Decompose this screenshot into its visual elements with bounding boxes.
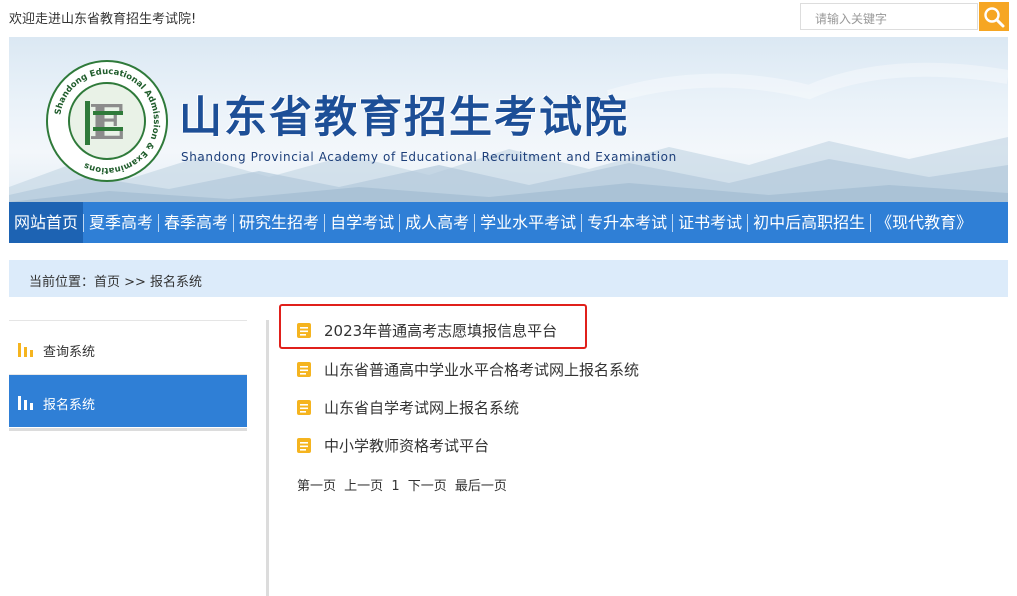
list-item-link[interactable]: 中小学教师资格考试平台 xyxy=(324,435,489,456)
list-item-link[interactable]: 山东省普通高中学业水平合格考试网上报名系统 xyxy=(324,359,639,380)
breadcrumb-text: 当前位置：首页 >> 报名系统 xyxy=(29,275,203,290)
content-divider xyxy=(266,320,269,596)
search-button[interactable] xyxy=(979,2,1009,31)
nav-upgrade-exam[interactable]: 专升本考试 xyxy=(582,202,672,243)
site-banner: Shandong Educational Admission & Examina… xyxy=(9,37,1008,202)
nav-spring-gaokao[interactable]: 春季高考 xyxy=(159,202,233,243)
document-icon xyxy=(297,362,311,377)
nav-adult-gaokao[interactable]: 成人高考 xyxy=(400,202,474,243)
nav-modern-education[interactable]: 《现代教育》 xyxy=(871,202,977,243)
breadcrumb: 当前位置：首页 >> 报名系统 xyxy=(9,260,1008,297)
nav-summer-gaokao[interactable]: 夏季高考 xyxy=(84,202,158,243)
top-bar: 欢迎走进山东省教育招生考试院! 请输入关键字 xyxy=(0,0,1017,36)
main-nav: 网站首页 夏季高考 春季高考 研究生招考 自学考试 成人高考 学业水平考试 专升… xyxy=(9,202,1008,243)
sidebar-divider xyxy=(9,320,247,321)
pager-prev[interactable]: 上一页 xyxy=(344,479,383,494)
document-icon xyxy=(297,438,311,453)
nav-vocational-enrollment[interactable]: 初中后高职招生 xyxy=(748,202,870,243)
pager-next[interactable]: 下一页 xyxy=(408,479,447,494)
sidebar-bottom-border xyxy=(9,428,247,431)
nav-home[interactable]: 网站首页 xyxy=(9,202,84,243)
nav-self-study-exam[interactable]: 自学考试 xyxy=(325,202,399,243)
pager-first[interactable]: 第一页 xyxy=(297,479,336,494)
svg-text:E: E xyxy=(89,95,126,151)
sidebar-item-query-system[interactable]: 查询系统 xyxy=(9,322,247,375)
list-item-link[interactable]: 2023年普通高考志愿填报信息平台 xyxy=(324,320,557,341)
pager-current: 1 xyxy=(391,479,400,494)
academy-logo: Shandong Educational Admission & Examina… xyxy=(45,59,169,183)
nav-certificate-exam[interactable]: 证书考试 xyxy=(673,202,747,243)
search-icon xyxy=(984,6,1005,27)
sidebar-item-label: 查询系统 xyxy=(43,345,96,360)
welcome-text: 欢迎走进山东省教育招生考试院! xyxy=(9,12,197,27)
site-title: 山东省教育招生考试院 xyxy=(179,93,629,143)
document-icon xyxy=(297,323,311,338)
search-input[interactable]: 请输入关键字 xyxy=(800,3,978,30)
document-icon xyxy=(297,400,311,415)
pager-last[interactable]: 最后一页 xyxy=(455,479,507,494)
bar-chart-icon xyxy=(18,343,33,357)
list-item-link[interactable]: 山东省自学考试网上报名系统 xyxy=(324,397,519,418)
sidebar-item-registration-system[interactable]: 报名系统 xyxy=(9,375,247,427)
nav-graduate-exam[interactable]: 研究生招考 xyxy=(234,202,324,243)
pagination: 第一页 上一页 1 下一页 最后一页 xyxy=(297,475,511,494)
sidebar-item-label: 报名系统 xyxy=(43,398,96,413)
bar-chart-icon xyxy=(18,396,33,410)
nav-academic-level-exam[interactable]: 学业水平考试 xyxy=(475,202,581,243)
site-subtitle: Shandong Provincial Academy of Education… xyxy=(181,150,677,164)
